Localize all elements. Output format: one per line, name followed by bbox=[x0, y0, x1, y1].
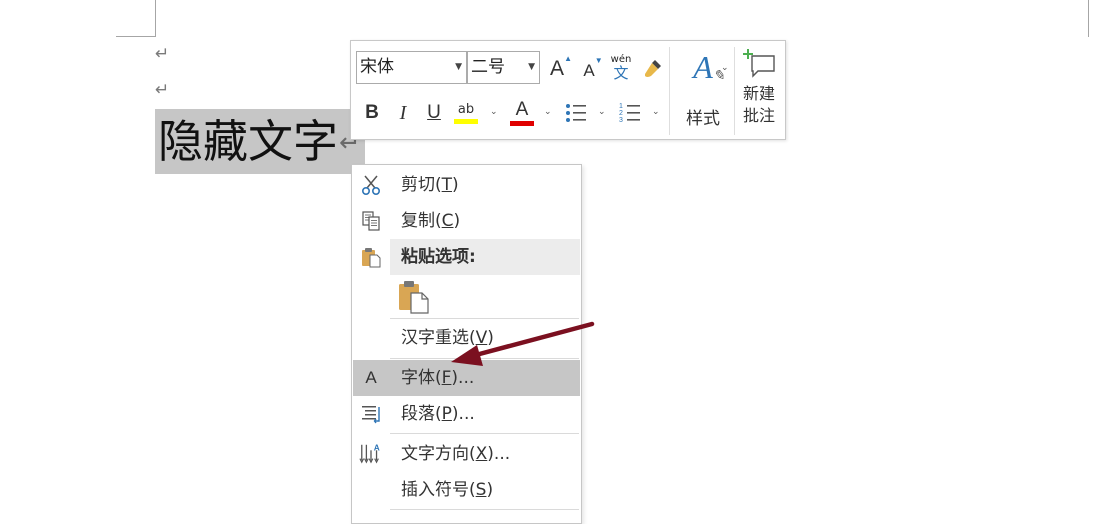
menu-item-label: 粘贴选项: bbox=[401, 247, 476, 267]
annotation-arrow-head bbox=[451, 345, 483, 366]
annotation-arrow-shaft bbox=[469, 321, 595, 359]
annotation-arrow bbox=[451, 321, 595, 366]
